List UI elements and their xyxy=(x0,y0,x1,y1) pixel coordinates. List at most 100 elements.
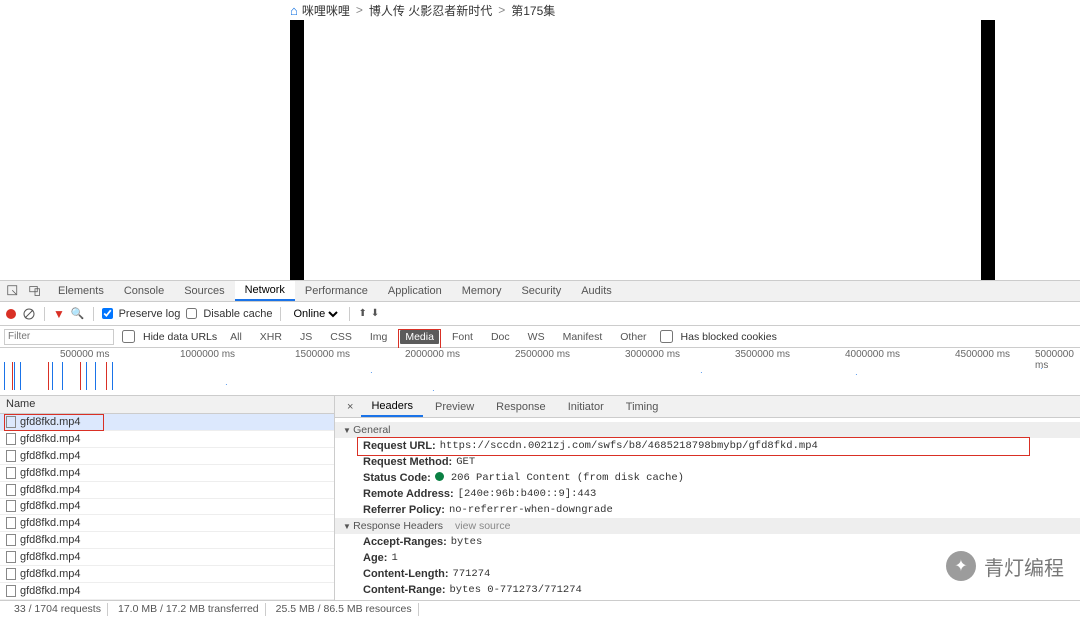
request-row[interactable]: gfd8fkd.mp4 xyxy=(0,566,334,583)
request-count: 33 / 1704 requests xyxy=(8,603,108,616)
general-section[interactable]: General xyxy=(335,422,1080,438)
tab-console[interactable]: Console xyxy=(114,282,174,300)
request-name: gfd8fkd.mp4 xyxy=(20,568,81,580)
accept-ranges-value: bytes xyxy=(451,536,483,548)
tab-headers[interactable]: Headers xyxy=(361,397,423,417)
type-img[interactable]: Img xyxy=(365,330,393,344)
breadcrumb-sep: > xyxy=(498,3,505,17)
hide-data-urls-checkbox[interactable] xyxy=(122,330,135,343)
blocked-cookies-checkbox[interactable] xyxy=(660,330,673,343)
type-js[interactable]: JS xyxy=(295,330,317,344)
file-icon xyxy=(6,416,16,428)
request-name: gfd8fkd.mp4 xyxy=(20,585,81,597)
record-button[interactable] xyxy=(6,309,16,319)
video-player-area[interactable] xyxy=(0,20,1080,280)
request-name: gfd8fkd.mp4 xyxy=(20,433,81,445)
content-range-key: Content-Range: xyxy=(363,584,446,596)
tab-initiator[interactable]: Initiator xyxy=(558,398,614,416)
detail-tabs: × Headers Preview Response Initiator Tim… xyxy=(335,396,1080,418)
request-row[interactable]: gfd8fkd.mp4 xyxy=(0,532,334,549)
request-name: gfd8fkd.mp4 xyxy=(20,467,81,479)
request-row[interactable]: gfd8fkd.mp4 xyxy=(0,448,334,465)
type-ws[interactable]: WS xyxy=(523,330,550,344)
filter-input[interactable] xyxy=(4,329,114,345)
disable-cache-checkbox[interactable] xyxy=(186,308,197,319)
network-timeline[interactable]: 500000 ms 1000000 ms 1500000 ms 2000000 … xyxy=(0,348,1080,396)
tab-audits[interactable]: Audits xyxy=(571,282,622,300)
close-details-icon[interactable]: × xyxy=(341,401,359,413)
request-name: gfd8fkd.mp4 xyxy=(20,500,81,512)
view-source-link[interactable]: view source xyxy=(455,520,510,532)
request-row[interactable]: gfd8fkd.mp4 xyxy=(0,549,334,566)
response-headers-section[interactable]: Response Headersview source xyxy=(335,518,1080,534)
filter-icon[interactable]: ▼ xyxy=(53,307,65,321)
download-icon[interactable]: ⬇ xyxy=(371,308,379,319)
timeline-tick: 1000000 ms xyxy=(180,349,235,360)
status-dot-icon xyxy=(435,472,444,481)
type-font[interactable]: Font xyxy=(447,330,478,344)
tab-sources[interactable]: Sources xyxy=(174,282,234,300)
status-key: Status Code: xyxy=(363,472,431,484)
tab-timing[interactable]: Timing xyxy=(616,398,669,416)
waterfall-overview: · · · · · · xyxy=(0,362,1080,392)
hide-data-urls-label: Hide data URLs xyxy=(143,331,217,343)
type-manifest[interactable]: Manifest xyxy=(558,330,608,344)
type-xhr[interactable]: XHR xyxy=(255,330,287,344)
tab-network[interactable]: Network xyxy=(235,281,295,301)
file-icon xyxy=(6,534,16,546)
home-icon[interactable]: ⌂ xyxy=(290,3,298,18)
request-row[interactable]: gfd8fkd.mp4 xyxy=(0,515,334,532)
request-row[interactable]: gfd8fkd.mp4 xyxy=(0,482,334,499)
request-list: Name gfd8fkd.mp4 gfd8fkd.mp4 gfd8fkd.mp4… xyxy=(0,396,335,600)
throttling-select[interactable]: Online xyxy=(289,307,341,321)
age-key: Age: xyxy=(363,552,387,564)
request-row[interactable]: gfd8fkd.mp4 xyxy=(0,431,334,448)
disable-cache-label: Disable cache xyxy=(203,308,272,320)
network-toolbar: ▼ 🔍 Preserve log Disable cache Online ⬆ … xyxy=(0,302,1080,326)
type-all[interactable]: All xyxy=(225,330,247,344)
tab-application[interactable]: Application xyxy=(378,282,452,300)
breadcrumb-home[interactable]: 咪哩咪哩 xyxy=(302,2,350,19)
upload-icon[interactable]: ⬆ xyxy=(358,308,366,319)
tab-elements[interactable]: Elements xyxy=(48,282,114,300)
blocked-cookies-label: Has blocked cookies xyxy=(681,331,777,343)
tab-response[interactable]: Response xyxy=(486,398,556,416)
tab-memory[interactable]: Memory xyxy=(452,282,512,300)
type-other[interactable]: Other xyxy=(615,330,651,344)
type-doc[interactable]: Doc xyxy=(486,330,515,344)
request-name: gfd8fkd.mp4 xyxy=(20,517,81,529)
transferred-size: 17.0 MB / 17.2 MB transferred xyxy=(112,603,266,616)
tab-performance[interactable]: Performance xyxy=(295,282,378,300)
breadcrumb-mid[interactable]: 博人传 火影忍者新时代 xyxy=(369,2,492,19)
request-name: gfd8fkd.mp4 xyxy=(20,416,81,428)
request-row[interactable]: gfd8fkd.mp4 xyxy=(0,414,334,431)
file-icon xyxy=(6,450,16,462)
request-row[interactable]: gfd8fkd.mp4 xyxy=(0,499,334,516)
request-row[interactable]: gfd8fkd.mp4 xyxy=(0,465,334,482)
remote-key: Remote Address: xyxy=(363,488,454,500)
preserve-log-label: Preserve log xyxy=(119,308,181,320)
clear-icon[interactable] xyxy=(22,307,36,321)
file-icon xyxy=(6,585,16,597)
preserve-log-checkbox[interactable] xyxy=(102,308,113,319)
method-key: Request Method: xyxy=(363,456,452,468)
request-details: × Headers Preview Response Initiator Tim… xyxy=(335,396,1080,600)
request-list-header[interactable]: Name xyxy=(0,396,334,414)
inspect-element-icon[interactable] xyxy=(4,282,22,300)
device-toggle-icon[interactable] xyxy=(26,282,44,300)
tab-preview[interactable]: Preview xyxy=(425,398,484,416)
type-css[interactable]: CSS xyxy=(325,330,357,344)
search-icon[interactable]: 🔍 xyxy=(71,307,85,320)
network-status-bar: 33 / 1704 requests 17.0 MB / 17.2 MB tra… xyxy=(0,600,1080,618)
request-name: gfd8fkd.mp4 xyxy=(20,484,81,496)
request-name: gfd8fkd.mp4 xyxy=(20,551,81,563)
accept-ranges-key: Accept-Ranges: xyxy=(363,536,447,548)
type-media[interactable]: Media xyxy=(400,330,439,344)
request-row[interactable]: gfd8fkd.mp4 xyxy=(0,583,334,600)
file-icon xyxy=(6,433,16,445)
timeline-tick: 4500000 ms xyxy=(955,349,1010,360)
tab-security[interactable]: Security xyxy=(511,282,571,300)
remote-value: [240e:96b:b400::9]:443 xyxy=(458,488,597,500)
file-icon xyxy=(6,568,16,580)
request-url-value: https://sccdn.0021zj.com/swfs/b8/4685218… xyxy=(440,440,818,452)
